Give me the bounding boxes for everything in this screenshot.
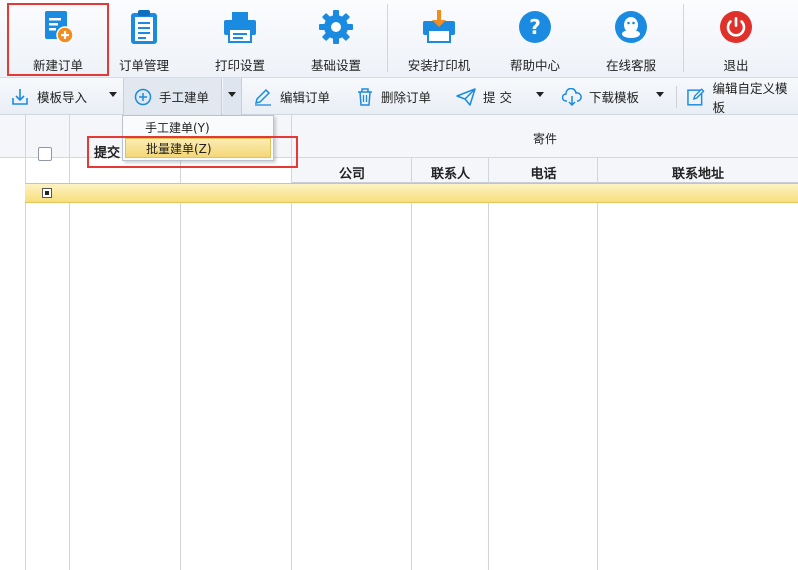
help-center-button[interactable]: ? 帮助中心	[487, 0, 583, 78]
template-import-caret-icon[interactable]	[109, 92, 117, 97]
select-all-checkbox[interactable]	[38, 147, 52, 161]
address-column-header[interactable]: 联系地址	[598, 163, 798, 182]
online-service-label: 在线客服	[605, 58, 656, 73]
cloud-download-icon	[562, 87, 582, 106]
online-service-button[interactable]: 在线客服	[583, 0, 679, 78]
help-icon: ?	[519, 11, 551, 43]
ribbon-divider	[387, 4, 388, 72]
help-center-label: 帮助中心	[509, 58, 560, 73]
customer-service-icon	[615, 11, 647, 43]
edit-order-button[interactable]: 编辑订单	[253, 78, 330, 115]
edit-box-icon	[687, 87, 705, 106]
send-icon	[456, 87, 476, 106]
toolbar-divider	[676, 86, 677, 108]
company-column-header[interactable]: 公司	[292, 163, 412, 182]
clipboard-icon	[131, 10, 157, 44]
order-management-label: 订单管理	[118, 58, 169, 73]
order-management-button[interactable]: 订单管理	[96, 0, 192, 78]
print-settings-button[interactable]: 打印设置	[192, 0, 288, 78]
template-import-button[interactable]: 模板导入	[10, 78, 87, 115]
exit-button[interactable]: 退出	[688, 0, 784, 78]
print-settings-label: 打印设置	[214, 58, 265, 73]
edit-custom-template-label: 编辑自定义模板	[712, 80, 788, 115]
manual-create-button[interactable]: 手工建单	[134, 78, 209, 115]
template-import-label: 模板导入	[37, 90, 88, 105]
install-printer-icon	[423, 10, 455, 43]
grid-column-line	[488, 158, 489, 570]
submit-button[interactable]: 提 交	[456, 78, 512, 115]
exit-label: 退出	[723, 58, 749, 73]
phone-column-header[interactable]: 电话	[489, 163, 598, 182]
grid-column-line	[411, 158, 412, 570]
sender-group-header: 寄件	[532, 132, 557, 146]
batch-create-highlight-box	[87, 136, 298, 168]
printer-icon	[224, 12, 256, 43]
add-circle-icon	[134, 88, 152, 105]
manual-create-caret-icon	[228, 92, 236, 97]
grid-column-line	[180, 158, 181, 570]
download-template-label: 下载模板	[589, 90, 640, 105]
edit-custom-template-button[interactable]: 编辑自定义模板	[686, 78, 798, 115]
basic-settings-button[interactable]: 基础设置	[288, 0, 384, 78]
trash-icon	[358, 87, 372, 106]
pencil-icon	[254, 88, 271, 106]
install-printer-button[interactable]: 安装打印机	[391, 0, 487, 78]
download-template-caret-icon[interactable]	[656, 92, 664, 97]
delete-order-button[interactable]: 删除订单	[356, 78, 431, 115]
download-template-button[interactable]: 下载模板	[562, 78, 639, 115]
grid-filter-row[interactable]	[25, 183, 798, 203]
submit-caret-icon[interactable]	[536, 92, 544, 97]
basic-settings-label: 基础设置	[310, 58, 361, 73]
import-icon	[12, 88, 28, 105]
svg-text:?: ?	[529, 15, 541, 39]
gear-icon	[319, 10, 353, 44]
delete-order-label: 删除订单	[381, 90, 432, 105]
power-icon	[720, 11, 752, 43]
install-printer-label: 安装打印机	[407, 58, 471, 73]
new-order-highlight-box	[7, 3, 109, 76]
manual-create-label: 手工建单	[159, 90, 210, 105]
edit-order-label: 编辑订单	[280, 90, 331, 105]
contact-column-header[interactable]: 联系人	[412, 163, 489, 182]
grid-column-line	[597, 158, 598, 570]
row-checkbox[interactable]	[42, 188, 52, 198]
ribbon-divider	[683, 4, 684, 72]
toolbar: 模板导入 手工建单 编辑订单 删除订单 提 交 下载模板 编辑自定义模板	[0, 78, 798, 115]
main-ribbon: 新建订单 订单管理 打印设置 基础设置 安装打印机 ? 帮助中心 在线客服 退出	[0, 0, 798, 78]
order-grid: 提交 寄件 公司 联系人 电话 联系地址	[0, 115, 798, 570]
menu-item-manual-create[interactable]: 手工建单(Y)	[125, 118, 271, 138]
submit-label: 提 交	[483, 90, 512, 105]
